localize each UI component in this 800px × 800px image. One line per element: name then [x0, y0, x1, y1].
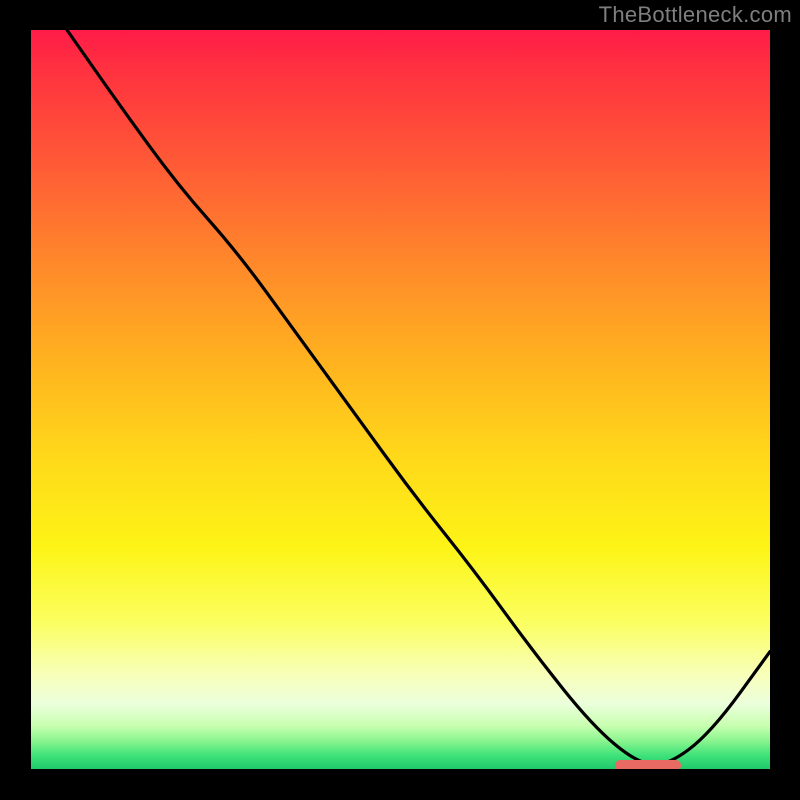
chart-frame: TheBottleneck.com [0, 0, 800, 800]
attribution-text: TheBottleneck.com [599, 2, 792, 28]
y-axis-line [28, 30, 31, 772]
bottleneck-curve [30, 30, 770, 770]
x-axis-line [28, 769, 772, 772]
plot-area [30, 30, 770, 770]
